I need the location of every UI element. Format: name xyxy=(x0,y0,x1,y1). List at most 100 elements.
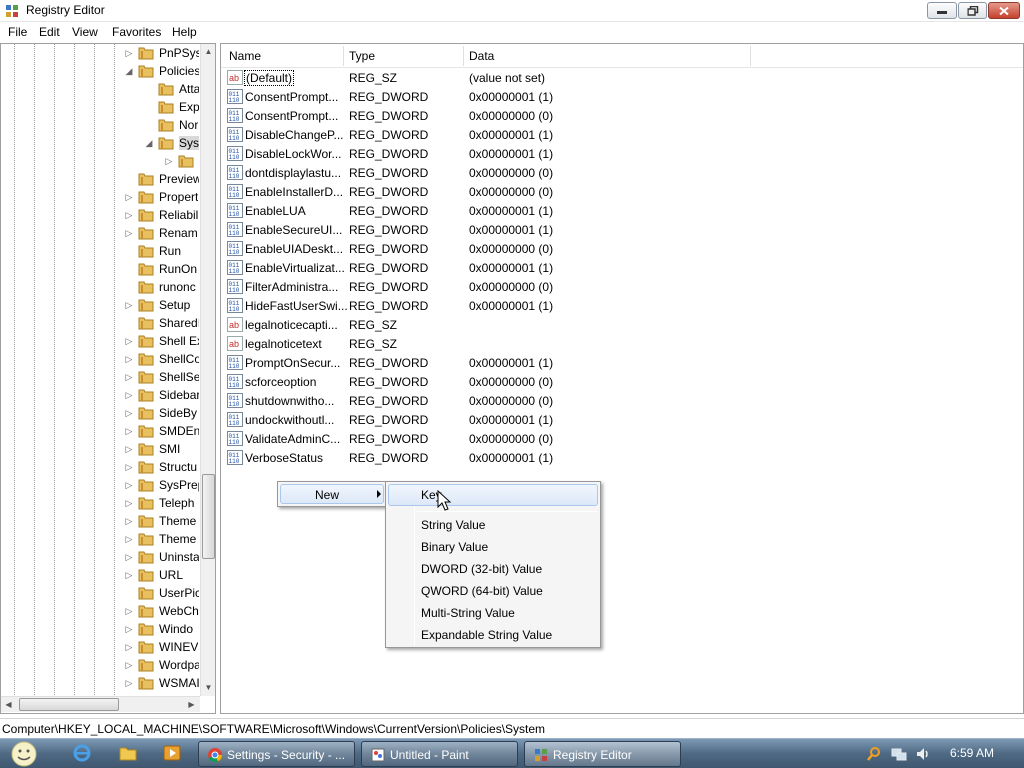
network-icon[interactable] xyxy=(891,746,907,762)
scroll-thumb[interactable] xyxy=(202,474,215,559)
expand-arrow-icon[interactable]: ▷ xyxy=(124,425,134,437)
tree-item[interactable]: ▷ Setup xyxy=(1,296,201,314)
values-pane[interactable]: Name Type Data ab (Default) REG_SZ (value n… xyxy=(220,43,1024,714)
value-row[interactable]: 011 110 ConsentPrompt... REG_DWORD 0x0000000… xyxy=(221,106,1021,125)
value-row[interactable]: 011 110 EnableLUA REG_DWORD 0x00000001 (1) xyxy=(221,201,1021,220)
tree-horizontal-scrollbar[interactable]: ◀ ▶ xyxy=(1,696,200,712)
tree-item[interactable]: ▷ SMDEn xyxy=(1,422,201,440)
column-data[interactable]: Data xyxy=(469,49,494,63)
tree-item[interactable]: ▷ Windo xyxy=(1,620,201,638)
value-row[interactable]: 011 110 shutdownwitho... REG_DWORD 0x0000000… xyxy=(221,391,1021,410)
expand-arrow-icon[interactable]: ▷ xyxy=(124,533,134,545)
expand-arrow-icon[interactable]: ▷ xyxy=(124,353,134,365)
value-row[interactable]: 011 110 EnableInstallerD... REG_DWORD 0x0000… xyxy=(221,182,1021,201)
tree-item[interactable]: ▷ SysPrep xyxy=(1,476,201,494)
tree-item[interactable]: runonc xyxy=(1,278,201,296)
expand-arrow-icon[interactable]: ▷ xyxy=(124,47,134,59)
expand-arrow-icon[interactable]: ▷ xyxy=(124,209,134,221)
scroll-up-icon[interactable]: ▲ xyxy=(201,44,215,59)
tree-item[interactable]: Nor xyxy=(1,116,201,134)
column-divider[interactable] xyxy=(343,46,344,66)
column-name[interactable]: Name xyxy=(229,49,261,63)
media-player-icon[interactable] xyxy=(162,743,182,763)
scroll-right-icon[interactable]: ▶ xyxy=(184,697,199,712)
tree-item[interactable]: Run xyxy=(1,242,201,260)
collapse-arrow-icon[interactable]: ◢ xyxy=(124,65,134,77)
value-row[interactable]: 011 110 VerboseStatus REG_DWORD 0x00000001 (… xyxy=(221,448,1021,467)
maximize-button[interactable] xyxy=(958,2,987,19)
expand-arrow-icon[interactable]: ▷ xyxy=(124,551,134,563)
column-type[interactable]: Type xyxy=(349,49,375,63)
tree-item[interactable]: ▷ Theme xyxy=(1,530,201,548)
value-row[interactable]: 011 110 ValidateAdminC... REG_DWORD 0x000000… xyxy=(221,429,1021,448)
submenu-item-binary-value[interactable]: Binary Value xyxy=(388,536,598,558)
folder-icon[interactable] xyxy=(118,743,138,763)
tree-item[interactable]: ▷ Structu xyxy=(1,458,201,476)
volume-icon[interactable] xyxy=(915,746,931,762)
tree-item[interactable]: ◢ Policies xyxy=(1,62,201,80)
expand-arrow-icon[interactable]: ▷ xyxy=(124,335,134,347)
value-row[interactable]: 011 110 EnableVirtualizat... REG_DWORD 0x000… xyxy=(221,258,1021,277)
tree-item[interactable]: UserPic xyxy=(1,584,201,602)
internet-explorer-icon[interactable] xyxy=(72,743,92,763)
expand-arrow-icon[interactable]: ▷ xyxy=(164,155,174,167)
tree-item[interactable]: Exp xyxy=(1,98,201,116)
expand-arrow-icon[interactable]: ▷ xyxy=(124,191,134,203)
tree-item[interactable]: ▷ URL xyxy=(1,566,201,584)
expand-arrow-icon[interactable]: ▷ xyxy=(124,407,134,419)
expand-arrow-icon[interactable]: ▷ xyxy=(124,515,134,527)
value-row[interactable]: 011 110 ConsentPrompt... REG_DWORD 0x0000000… xyxy=(221,87,1021,106)
value-row[interactable]: 011 110 undockwithoutl... REG_DWORD 0x000000… xyxy=(221,410,1021,429)
value-row[interactable]: 011 110 PromptOnSecur... REG_DWORD 0x0000000… xyxy=(221,353,1021,372)
tree-item[interactable]: ▷ Reliabil xyxy=(1,206,201,224)
tree-item[interactable]: ▷ SideBy xyxy=(1,404,201,422)
start-button[interactable] xyxy=(4,740,44,768)
menu-favorites[interactable]: Favorites xyxy=(112,25,161,39)
expand-arrow-icon[interactable]: ▷ xyxy=(124,461,134,473)
value-row[interactable]: 011 110 DisableChangeP... REG_DWORD 0x000000… xyxy=(221,125,1021,144)
tree-item[interactable]: Preview xyxy=(1,170,201,188)
expand-arrow-icon[interactable]: ▷ xyxy=(124,659,134,671)
expand-arrow-icon[interactable]: ▷ xyxy=(124,605,134,617)
tree-item[interactable]: SharedI xyxy=(1,314,201,332)
value-row[interactable]: 011 110 HideFastUserSwi... REG_DWORD 0x00000… xyxy=(221,296,1021,315)
submenu-item-expandable-string-value[interactable]: Expandable String Value xyxy=(388,624,598,646)
scroll-down-icon[interactable]: ▼ xyxy=(201,680,215,695)
value-row[interactable]: 011 110 FilterAdministra... REG_DWORD 0x0000… xyxy=(221,277,1021,296)
tree-item[interactable]: RunOn xyxy=(1,260,201,278)
submenu-item-multi-string-value[interactable]: Multi-String Value xyxy=(388,602,598,624)
tree-item[interactable]: ▷ SMI xyxy=(1,440,201,458)
tree-item[interactable]: ▷ WebCh xyxy=(1,602,201,620)
clock[interactable]: 6:59 AM xyxy=(950,746,994,760)
value-row[interactable]: 011 110 scforceoption REG_DWORD 0x00000000 (… xyxy=(221,372,1021,391)
menu-edit[interactable]: Edit xyxy=(39,25,60,39)
value-row[interactable]: ab legalnoticetext REG_SZ xyxy=(221,334,1021,353)
taskbar-button-paint[interactable]: Untitled - Paint xyxy=(361,741,518,767)
value-row[interactable]: ab legalnoticecapti... REG_SZ xyxy=(221,315,1021,334)
collapse-arrow-icon[interactable]: ◢ xyxy=(144,137,154,149)
column-divider[interactable] xyxy=(463,46,464,66)
tree-item[interactable]: ▷ Sidebar xyxy=(1,386,201,404)
tree-item[interactable]: ▷ Wordpa xyxy=(1,656,201,674)
value-row[interactable]: 011 110 DisableLockWor... REG_DWORD 0x000000… xyxy=(221,144,1021,163)
tree-vertical-scrollbar[interactable]: ▲ ▼ xyxy=(200,44,215,696)
tree-item[interactable]: ▷ Propert xyxy=(1,188,201,206)
submenu-item-qword-value[interactable]: QWORD (64-bit) Value xyxy=(388,580,598,602)
tree-item[interactable]: ▷ Shell Ex xyxy=(1,332,201,350)
column-divider[interactable] xyxy=(750,46,751,66)
tree-item[interactable]: Atta xyxy=(1,80,201,98)
submenu-item-string-value[interactable]: String Value xyxy=(388,514,598,536)
value-row[interactable]: ab (Default) REG_SZ (value not set) xyxy=(221,68,1021,87)
expand-arrow-icon[interactable]: ▷ xyxy=(124,569,134,581)
expand-arrow-icon[interactable]: ▷ xyxy=(124,677,134,689)
taskbar-button-registry-editor[interactable]: Registry Editor xyxy=(524,741,681,767)
tree-item[interactable]: ▷ Teleph xyxy=(1,494,201,512)
menu-help[interactable]: Help xyxy=(172,25,197,39)
expand-arrow-icon[interactable]: ▷ xyxy=(124,623,134,635)
tree-item[interactable]: ▷ Renam xyxy=(1,224,201,242)
tree-item[interactable]: ▷ ShellSe xyxy=(1,368,201,386)
menu-item-new[interactable]: New xyxy=(280,484,384,504)
tree-item[interactable]: ▷ Theme xyxy=(1,512,201,530)
menu-file[interactable]: File xyxy=(8,25,27,39)
scroll-left-icon[interactable]: ◀ xyxy=(1,697,16,712)
